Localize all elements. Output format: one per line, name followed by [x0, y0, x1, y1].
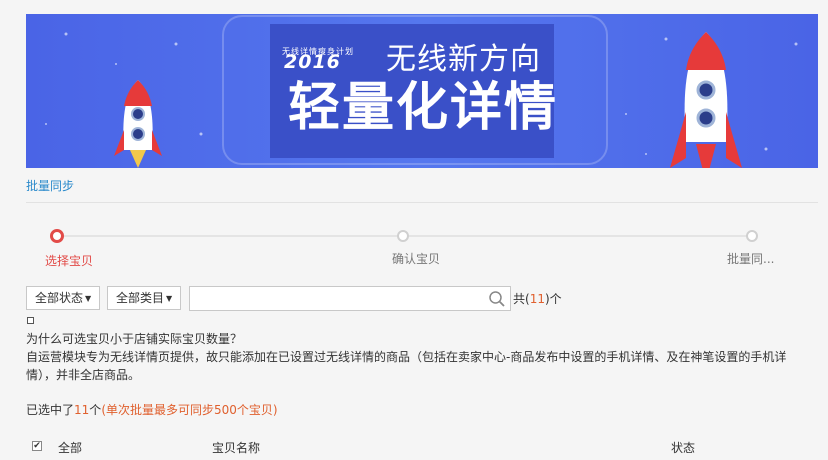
selected-note: (单次批量最多可同步500个宝贝) — [101, 403, 278, 417]
step-1-dot — [50, 229, 64, 243]
search-input[interactable] — [194, 287, 484, 309]
step-3-dot — [746, 230, 758, 242]
faq-question: 为什么可选宝贝小于店铺实际宝贝数量？ — [26, 332, 243, 346]
step-3-label: 批量同... — [727, 252, 775, 266]
banner-year: 2016 — [284, 51, 341, 73]
count-prefix: 共( — [513, 292, 530, 306]
rocket-icon — [670, 32, 742, 168]
search-field — [189, 286, 511, 311]
batch-sync-link[interactable]: 批量同步 — [26, 177, 74, 194]
faq-answer: 自运营模块专为无线详情页提供，故只能添加在已设置过无线详情的商品（包括在卖家中心… — [26, 350, 787, 382]
count-suffix: )个 — [544, 292, 562, 306]
status-filter-dropdown[interactable]: 全部状态 ▼ — [26, 286, 100, 310]
banner-big-title: 轻量化详情 — [288, 78, 559, 138]
toggle-box-icon[interactable] — [27, 317, 34, 324]
step-2-dot — [397, 230, 409, 242]
category-filter-dropdown[interactable]: 全部类目 ▼ — [107, 286, 181, 310]
banner-headline: 无线新方向 — [386, 42, 541, 77]
status-filter-label: 全部状态 — [35, 291, 84, 305]
selected-prefix: 已选中了 — [26, 403, 75, 417]
step-1-label: 选择宝贝 — [45, 254, 94, 268]
search-icon[interactable] — [488, 290, 506, 308]
caret-down-icon: ▼ — [85, 294, 92, 303]
selected-unit: 个 — [89, 403, 102, 417]
count-value: 11 — [529, 292, 545, 306]
select-all-checkbox[interactable]: ✔ — [32, 441, 42, 451]
select-all-label: 全部 — [58, 441, 83, 455]
promo-banner[interactable]: 无线详情瘦身计划 2016 无线新方向 轻量化详情 — [26, 14, 818, 168]
divider — [26, 202, 818, 203]
column-header-name: 宝贝名称 — [212, 441, 261, 455]
result-count: 共(11)个 — [513, 290, 562, 307]
selected-count: 11 — [74, 403, 90, 417]
caret-down-icon: ▼ — [166, 294, 173, 303]
selected-summary: 已选中了11个(单次批量最多可同步500个宝贝) — [26, 401, 278, 418]
category-filter-label: 全部类目 — [116, 291, 165, 305]
rocket-icon — [114, 80, 162, 168]
table-header: ✔ 全部 宝贝名称 状态 — [26, 432, 818, 460]
column-header-status: 状态 — [671, 441, 696, 455]
faq-block: 为什么可选宝贝小于店铺实际宝贝数量？ 自运营模块专为无线详情页提供，故只能添加在… — [26, 330, 806, 384]
step-2-label: 确认宝贝 — [392, 252, 441, 266]
